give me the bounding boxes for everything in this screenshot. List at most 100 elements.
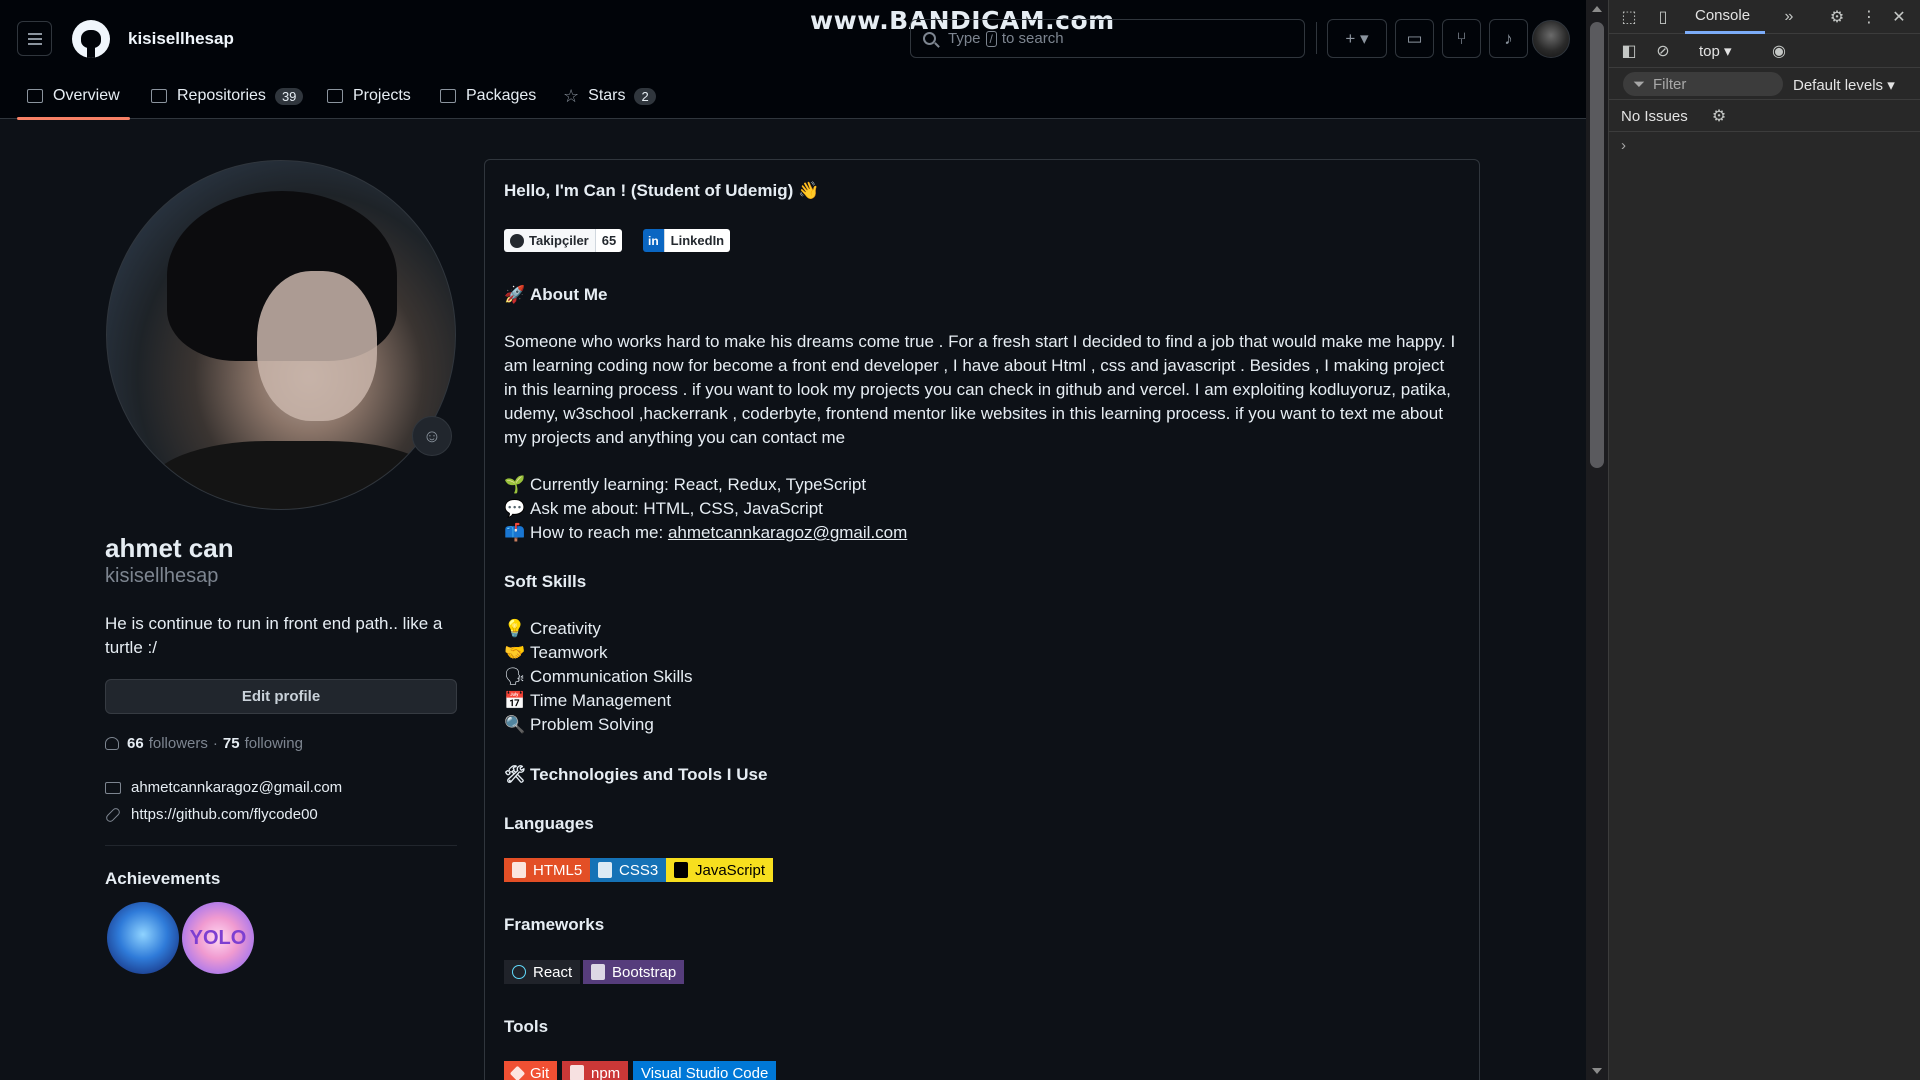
ask-line: 💬 Ask me about: HTML, CSS, JavaScript <box>504 497 823 521</box>
filter-placeholder: Filter <box>1653 75 1687 93</box>
following-count[interactable]: 75 <box>223 735 240 752</box>
console-toolbar: ◧ ⊘ top ▾ ◉ <box>1609 34 1920 68</box>
page-scrollbar[interactable] <box>1586 0 1608 1080</box>
profile-login: kisisellhesap <box>105 565 219 587</box>
star-icon: ☆ <box>563 85 580 106</box>
github-icon <box>510 233 524 248</box>
tab-projects[interactable]: Projects <box>327 81 411 111</box>
inspect-element-icon[interactable]: ⬚ <box>1619 7 1639 27</box>
speaking-head-icon: 🗣 <box>504 667 526 686</box>
book-icon <box>27 89 43 103</box>
no-issues-label[interactable]: No Issues <box>1621 108 1688 125</box>
shield-github-text: Takipçiler <box>529 233 589 248</box>
context-selector[interactable]: top ▾ <box>1699 42 1732 60</box>
learning-text: Currently learning: React, Redux, TypeSc… <box>530 475 867 494</box>
follow-separator: · <box>212 735 218 752</box>
readme-hello: Hello, I'm Can ! (Student of Udemig) 👋 <box>504 181 820 200</box>
tab-repositories[interactable]: Repositories 39 <box>151 81 304 111</box>
shield-github-label: Takipçiler <box>504 229 595 252</box>
set-status-smiley-icon[interactable]: ☺ <box>412 416 452 456</box>
profile-fullname: ahmet can <box>105 533 234 563</box>
badge-label: Visual Studio Code <box>641 1064 769 1080</box>
profile-link-text[interactable]: https://github.com/flycode00 <box>131 806 318 823</box>
tab-stars[interactable]: ☆ Stars 2 <box>563 81 656 111</box>
soft-skill-item: 🔍 Problem Solving <box>504 713 654 737</box>
github-logo-icon[interactable] <box>72 20 110 58</box>
people-icon <box>105 737 119 750</box>
soft-skill-item: 🗣 Communication Skills <box>504 665 693 689</box>
achievements-title[interactable]: Achievements <box>105 869 220 889</box>
git-icon <box>509 1065 526 1080</box>
kebab-menu-icon[interactable]: ⋮ <box>1859 7 1879 27</box>
log-levels-dropdown[interactable]: Default levels ▾ <box>1793 76 1895 94</box>
issues-row: No Issues ⚙ <box>1609 100 1920 132</box>
notifications-bell-icon[interactable]: ♪ <box>1489 19 1528 58</box>
header-username[interactable]: kisisellhesap <box>128 29 234 49</box>
devtools-tabbar: ⬚ ▯ Console » ⚙ ⋮ ✕ <box>1609 0 1920 34</box>
sidebar-toggle-icon[interactable]: ◧ <box>1619 41 1639 61</box>
badge-label: Bootstrap <box>612 963 677 981</box>
npm-badge: npm <box>562 1061 629 1080</box>
clear-console-icon[interactable]: ⊘ <box>1653 41 1673 61</box>
profile-readme <box>484 159 1480 1080</box>
react-badge: React <box>504 960 581 984</box>
soft-skill-label: Problem Solving <box>530 715 654 734</box>
about-title: About Me <box>530 285 608 304</box>
eye-icon[interactable]: ◉ <box>1769 41 1789 61</box>
profile-bio: He is continue to run in front end path.… <box>105 614 443 657</box>
achievement-shark-badge[interactable] <box>107 902 179 974</box>
console-prompt[interactable]: › <box>1621 137 1626 154</box>
reach-email-link[interactable]: ahmetcannkaragoz@gmail.com <box>668 523 907 542</box>
issues-icon[interactable]: ▭ <box>1395 19 1434 58</box>
shield-linkedin-label: LinkedIn <box>663 229 731 252</box>
edit-profile-button[interactable]: Edit profile <box>105 679 457 714</box>
profile-avatar[interactable] <box>106 160 456 510</box>
badge-label: CSS3 <box>619 861 659 879</box>
filter-input[interactable]: ⏷ Filter <box>1623 72 1783 96</box>
close-icon[interactable]: ✕ <box>1889 7 1909 27</box>
menu-button[interactable] <box>17 21 52 56</box>
followers-label[interactable]: followers <box>149 735 208 752</box>
profile-email-text[interactable]: ahmetcannkaragoz@gmail.com <box>131 779 342 796</box>
tab-overview[interactable]: Overview <box>27 81 120 111</box>
scroll-up-arrow-icon[interactable] <box>1592 6 1602 12</box>
devtools-panel: ⬚ ▯ Console » ⚙ ⋮ ✕ ◧ ⊘ top ▾ ◉ ⏷ Filter… <box>1608 0 1920 1080</box>
create-new-button[interactable]: + ▾ <box>1327 19 1387 58</box>
profile-email[interactable]: ahmetcannkaragoz@gmail.com <box>105 779 342 796</box>
tab-packages[interactable]: Packages <box>440 81 536 111</box>
badge-label: JavaScript <box>695 861 766 879</box>
soft-skill-item: 🤝 Teamwork <box>504 641 607 665</box>
console-tab[interactable]: Console <box>1695 7 1750 24</box>
scroll-down-arrow-icon[interactable] <box>1592 1068 1602 1074</box>
html5-icon <box>512 862 526 878</box>
yolo-text: YOLO <box>189 926 247 949</box>
badge-label: HTML5 <box>533 861 583 879</box>
tab-count: 39 <box>274 87 304 105</box>
filter-funnel-icon: ⏷ <box>1633 75 1646 93</box>
achievement-yolo-badge[interactable]: YOLO <box>182 902 254 974</box>
reach-label: How to reach me: <box>530 523 664 542</box>
badge-label: React <box>533 963 573 981</box>
profile-link[interactable]: https://github.com/flycode00 <box>104 806 318 823</box>
sidebar-divider <box>105 845 457 846</box>
about-heading: 🚀 About Me <box>504 285 607 305</box>
github-followers-shield[interactable]: Takipçiler 65 <box>504 229 623 252</box>
react-icon <box>512 965 526 979</box>
soft-skill-item: 📅 Time Management <box>504 689 671 713</box>
search-input[interactable]: Type / to search <box>910 19 1305 58</box>
more-tabs-chevron-icon[interactable]: » <box>1779 7 1799 27</box>
device-toolbar-icon[interactable]: ▯ <box>1653 7 1673 27</box>
tech-title: Technologies and Tools I Use <box>530 765 768 784</box>
reach-line: 📫 How to reach me: ahmetcannkaragoz@gmail… <box>504 521 907 545</box>
tools-icon: 🛠 <box>504 765 526 784</box>
following-label[interactable]: following <box>245 735 303 752</box>
pull-requests-icon[interactable]: ⑂ <box>1442 19 1481 58</box>
issues-settings-gear-icon[interactable]: ⚙ <box>1709 106 1729 126</box>
avatar-face <box>257 271 377 421</box>
scrollbar-thumb[interactable] <box>1590 22 1604 468</box>
soft-skills-heading: Soft Skills <box>504 572 587 591</box>
followers-count[interactable]: 66 <box>127 735 144 752</box>
linkedin-shield[interactable]: in LinkedIn <box>643 229 731 252</box>
settings-gear-icon[interactable]: ⚙ <box>1827 7 1847 27</box>
user-avatar-small[interactable] <box>1532 20 1570 58</box>
